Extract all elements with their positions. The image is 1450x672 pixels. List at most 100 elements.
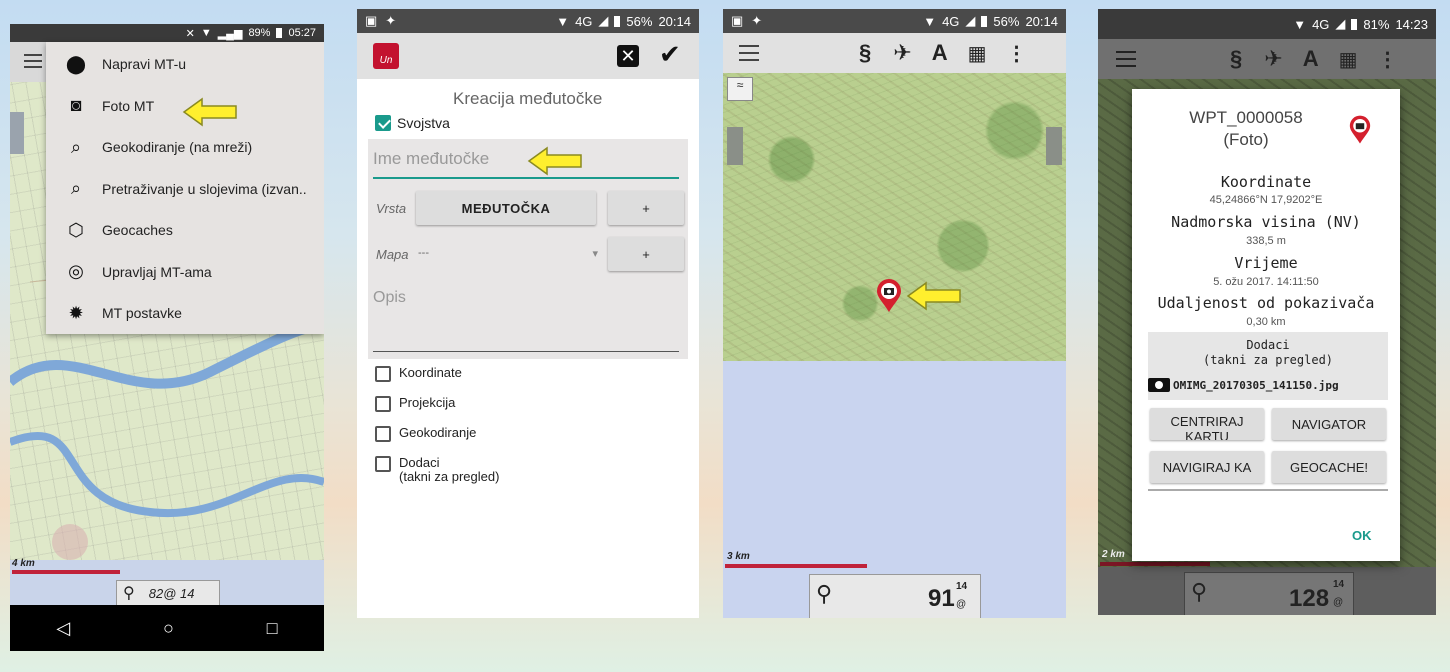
description-field[interactable]: Opis	[373, 289, 679, 352]
attachments-box[interactable]: Dodaci (takni za pregled) OMIMG_20170305…	[1148, 332, 1388, 400]
confirm-check-icon[interactable]: ✔	[659, 39, 681, 70]
menu-item[interactable]: ⌕ Pretraživanje u slojevima (izvan..	[46, 169, 324, 209]
properties-checkbox-row[interactable]: Svojstva	[375, 115, 450, 131]
right-panel-handle[interactable]	[1046, 127, 1062, 165]
elevation-label: Nadmorska visina (NV)	[1171, 213, 1361, 231]
recents-icon[interactable]: □	[267, 618, 278, 639]
scale-bar	[12, 570, 120, 574]
distance-value: 0,30 km	[1246, 316, 1286, 328]
mute-icon: ✕	[185, 27, 195, 40]
map-select[interactable]: --- ▾	[418, 247, 598, 260]
time-value: 5. ožu 2017. 14:11:50	[1213, 276, 1319, 288]
checkbox-row[interactable]: Koordinate	[375, 366, 635, 382]
checkbox-row[interactable]: Dodaci (takni za pregled)	[375, 456, 635, 484]
status-bar: ▼ 4G ◢ 81% 14:23	[1098, 9, 1436, 39]
hamburger-menu-icon[interactable]	[24, 54, 42, 68]
network-text: 4G	[942, 13, 960, 29]
type-label: Vrsta	[376, 201, 407, 216]
checkbox-row[interactable]: Projekcija	[375, 396, 635, 412]
map-value: ---	[418, 247, 429, 259]
battery-icon	[276, 28, 283, 38]
plus-label: +	[642, 246, 650, 262]
photo-waypoint-marker-icon[interactable]	[876, 279, 902, 313]
status-bar: ▣ ✦ ▼ 4G ◢ 56% 20:14	[357, 9, 699, 33]
screen-2-phone: ▣ ✦ ▼ 4G ◢ 56% 20:14 Un ✕ ✔ Kreacija među…	[357, 9, 699, 618]
checkbox[interactable]	[375, 366, 391, 382]
navigator-label: NAVIGATOR	[1291, 416, 1367, 432]
coords-label: Koordinate	[1220, 173, 1312, 191]
dropbox-icon: ✦	[751, 13, 763, 28]
menu-item[interactable]: ⬤ Napravi MT-u	[46, 44, 324, 84]
dropdown-menu: ⬤ Napravi MT-u ◙ Foto MT ⌕ Geokodiranje (na m…	[46, 42, 324, 334]
zoom-main: 128	[1289, 585, 1330, 612]
highlight-arrow-icon	[527, 146, 582, 176]
add-map-button[interactable]: +	[608, 237, 684, 271]
signal-icon: ◢	[965, 13, 976, 28]
status-bar: ▣ ✦ ▼ 4G ◢ 56% 20:14	[723, 9, 1066, 33]
left-panel-handle[interactable]	[10, 112, 24, 154]
dialog-divider	[1148, 489, 1388, 491]
manage-pin-icon: ◎	[68, 261, 84, 281]
image-icon: ▣	[365, 13, 378, 28]
checkbox[interactable]	[375, 396, 391, 412]
more-vert-icon[interactable]: ⋮	[1006, 41, 1026, 66]
menu-item[interactable]: ⌕ Geokodiranje (na mreži)	[46, 127, 324, 167]
hamburger-menu-icon[interactable]	[739, 45, 759, 61]
checkbox-label: Koordinate	[399, 365, 462, 380]
zoom-box[interactable]: ⚲ 128 14 @	[1184, 572, 1354, 615]
menu-item-label: Geocaches	[102, 222, 173, 238]
menu-item-label: Foto MT	[102, 97, 155, 114]
scale-label: 3 km	[727, 551, 750, 562]
center-map-button[interactable]: CENTRIRAJ KARTU	[1150, 408, 1264, 440]
network-text: 4G	[1312, 16, 1330, 32]
zoom-sub: @	[1333, 597, 1344, 608]
search-icon: ⚲	[1191, 579, 1208, 604]
pin-icon[interactable]: ✈	[1264, 46, 1282, 72]
name-field[interactable]: Ime međutočke	[373, 149, 679, 179]
distance-label: Udaljenost od pokazivača	[1157, 294, 1375, 312]
properties-checkbox[interactable]	[375, 115, 391, 131]
image-icon: ▣	[731, 13, 744, 28]
navigate-to-button[interactable]: NAVIGIRAJ KA	[1150, 451, 1264, 483]
app-logo-icon: Un	[373, 43, 399, 69]
route-icon[interactable]: §	[859, 40, 871, 66]
menu-item-label: Napravi MT-u	[102, 56, 187, 72]
screen-3-phone: ▣ ✦ ▼ 4G ◢ 56% 20:14 § ✈ A ▦ ⋮ ≈ 3 km ⚲	[723, 9, 1066, 618]
home-icon[interactable]: ○	[163, 618, 174, 639]
menu-item[interactable]: ⬡ Geocaches	[46, 210, 324, 250]
menu-item-label: Pretraživanje u slojevima (izvan..	[102, 180, 307, 197]
menu-item[interactable]: ✹ MT postavke	[46, 293, 324, 333]
layers-icon[interactable]: ≈	[727, 77, 753, 101]
road-icon[interactable]: A	[932, 40, 948, 66]
map-view[interactable]: ≈	[723, 73, 1066, 361]
properties-label: Svojstva	[397, 115, 450, 131]
ok-button[interactable]: OK	[1352, 528, 1372, 543]
route-icon[interactable]: §	[1230, 46, 1242, 72]
type-button[interactable]: MEĐUTOČKA	[416, 191, 596, 225]
menu-item[interactable]: ◎ Upravljaj MT-ama	[46, 252, 324, 292]
map-icon[interactable]: ▦	[968, 41, 987, 66]
geocache-button[interactable]: GEOCACHE!	[1272, 451, 1386, 483]
left-panel-handle[interactable]	[727, 127, 743, 165]
zoom-box[interactable]: ⚲ 82@ 14	[116, 580, 220, 606]
camera-icon	[1148, 378, 1170, 392]
navigator-button[interactable]: NAVIGATOR	[1272, 408, 1386, 440]
cancel-icon[interactable]: ✕	[617, 45, 639, 67]
pin-icon[interactable]: ✈	[893, 40, 911, 66]
road-icon[interactable]: A	[1303, 46, 1319, 72]
checkbox[interactable]	[375, 426, 391, 442]
zoom-readout: 82@ 14	[148, 585, 195, 601]
toolbar: § ✈ A ▦ ⋮	[1098, 39, 1436, 79]
zoom-box[interactable]: ⚲ 91 14 @	[809, 574, 981, 618]
map-icon[interactable]: ▦	[1339, 47, 1358, 72]
wifi-icon: ▼	[200, 27, 212, 39]
attachment-row[interactable]: OMIMG_20170305_141150.jpg	[1148, 378, 1339, 392]
hamburger-menu-icon[interactable]	[1116, 51, 1136, 67]
checkbox[interactable]	[375, 456, 391, 472]
back-icon[interactable]: ◁	[56, 618, 70, 639]
add-type-button[interactable]: +	[608, 191, 684, 225]
more-vert-icon[interactable]: ⋮	[1377, 47, 1397, 72]
battery-text: 89%	[248, 27, 271, 39]
checkbox-row[interactable]: Geokodiranje	[375, 426, 635, 442]
battery-icon	[981, 15, 988, 27]
